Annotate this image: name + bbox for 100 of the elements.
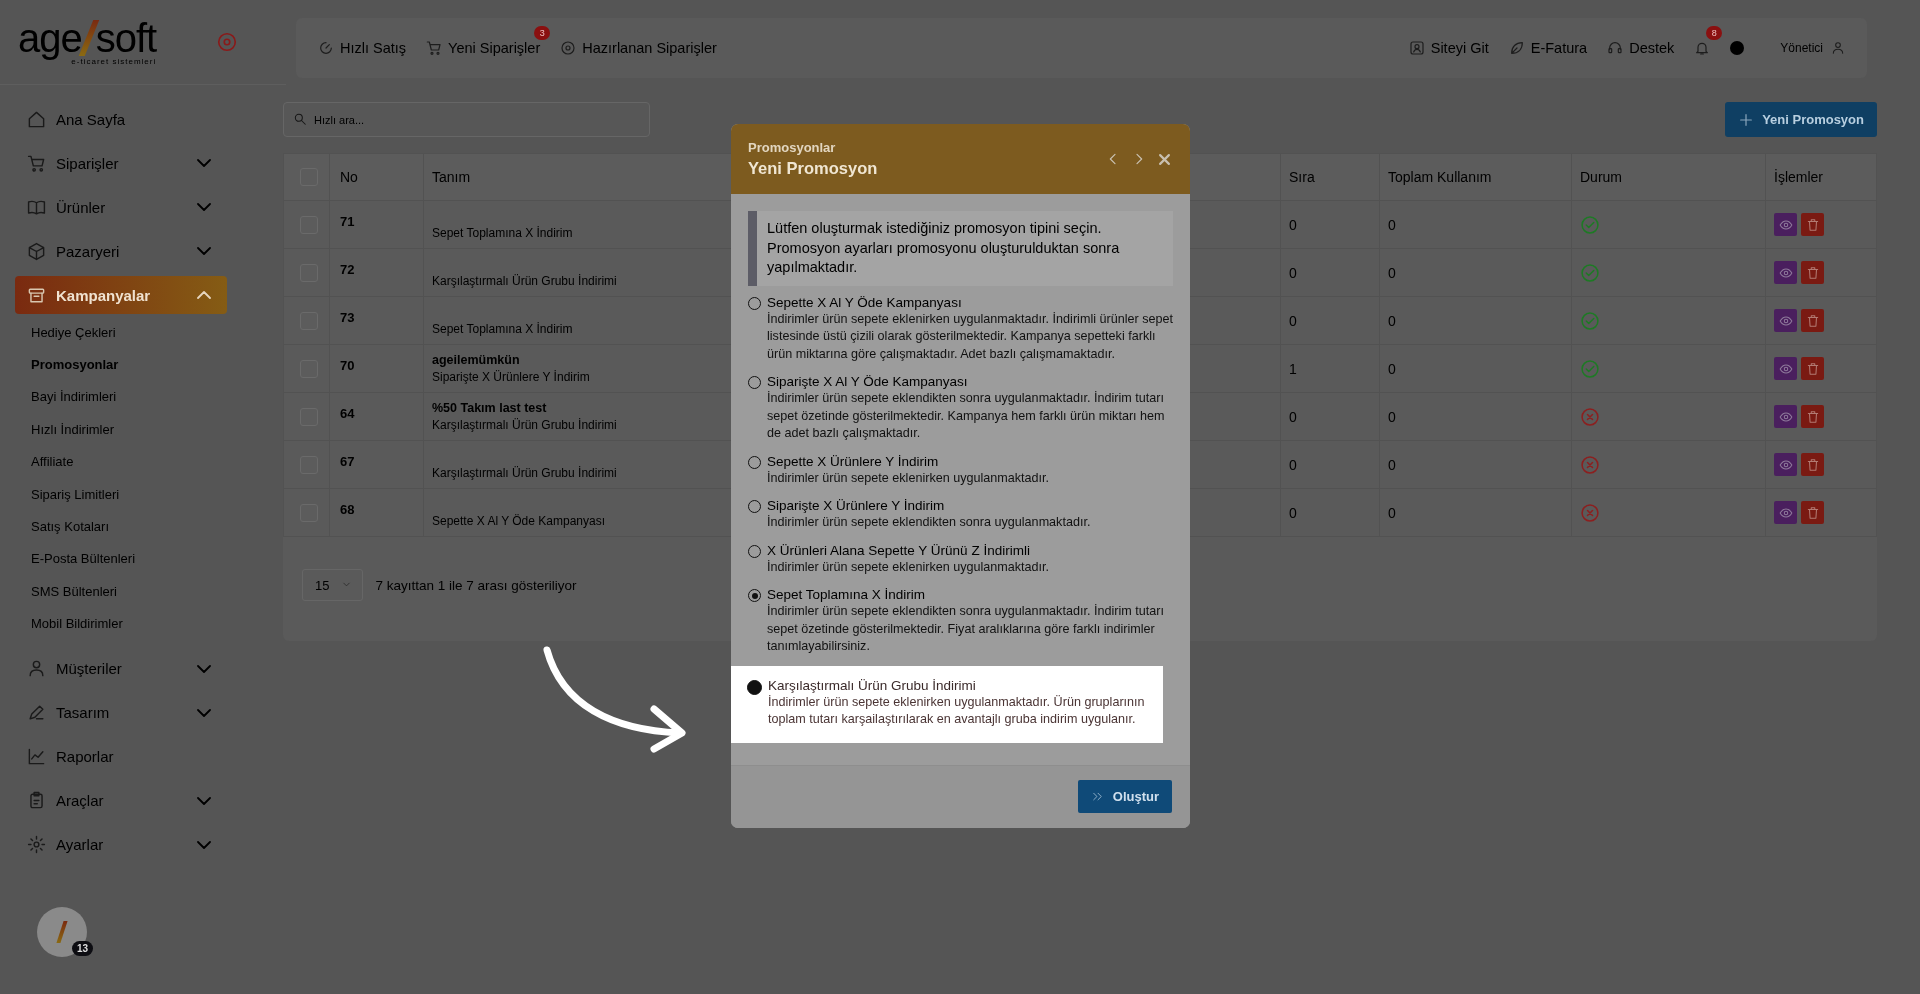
sidebar-item[interactable]: Kampanyalar [15,276,227,314]
table-cell: 0 [1379,248,1572,297]
table-cell: 0 [1280,248,1380,297]
user-icon[interactable] [1831,41,1845,55]
eye-icon [1778,505,1793,520]
option-title: Sepette X Ürünlere Y İndirim [767,452,940,470]
topbar-link[interactable]: Yeni Siparişler [426,40,541,56]
sidebar-item[interactable]: Pazaryeri [15,232,227,270]
submenu-item[interactable]: Hediye Çekleri [31,316,116,349]
radio-button[interactable] [747,679,762,695]
promotion-type-option[interactable]: Karşılaştırmalı Ürün Grubu İndirimi İndirimler ürün sepete eklenirken uygulanmaktadır. Ürün gruplarının toplam tutarı karşailaştırılarak en avantajlı gruba indirim uygulanır. [731,665,1163,743]
option-description: İndirimler ürün sepete eklendikten sonra uygulanmaktadır. İndirim tutarı sepet özetinde gösterilmektedir. Kampanya hem farklı ürün miktarı hem de adet bazlı çalışmaktadır. [767,390,1166,442]
promotion-type: Sepet Toplamına X İndirim [432,224,573,242]
submenu-item[interactable]: Hızlı İndirimler [31,413,115,446]
option-title: X Ürünleri Alana Sepette Y Ürünü Z İndirimli [767,541,1031,559]
option-description: İndirimler ürün sepete eklendikten sonra uygulanmaktadır. [767,514,1091,531]
sidebar-item[interactable]: Siparişler [15,144,227,182]
submenu-item[interactable]: Satış Kotaları [31,510,110,543]
delete-button[interactable] [1801,405,1824,428]
create-button[interactable]: Oluştur [1077,780,1172,813]
table-cell: 0 [1280,392,1380,441]
option-title: Siparişte X Ürünlere Y İndirim [767,497,946,514]
delete-button[interactable] [1801,453,1824,476]
option-title: Siparişte X Al Y Öde Kampanyası [767,373,969,390]
trash-icon [1805,457,1820,472]
table-cell: 68 [329,488,424,537]
option-description: İndirimler ürün sepete eklenirken uygulanmaktadır. [767,469,1050,487]
plus-icon [1738,111,1755,128]
modal-title: Yeni Promosyon [748,159,878,178]
view-button[interactable] [1774,405,1797,428]
record-summary: 7 kayıttan 1 ile 7 arası gösteriliyor [375,577,577,593]
view-button[interactable] [1774,309,1797,332]
trash-icon [1805,505,1820,520]
sidebar-item[interactable]: Müşteriler [15,649,227,688]
sidebar-item[interactable]: Tasarım [15,693,227,732]
promotion-type-option[interactable]: Siparişte X Ürünlere Y İndirim İndirimler ürün sepete eklendikten sonra uygulanmaktadır. [748,489,1173,534]
view-button[interactable] [1774,261,1797,284]
submenu-item[interactable]: Sipariş Limitleri [31,477,120,511]
submenu-item[interactable]: Affiliate [31,445,74,478]
search-field[interactable]: Hızlı ara... [283,102,650,137]
table-cell: 72 [329,248,424,297]
topbar-link[interactable]: Hazırlanan Siparişler [560,40,717,56]
floating-button[interactable] [37,907,87,957]
leaf-icon [1508,40,1525,56]
bell-icon[interactable] [1694,40,1711,56]
info-icon[interactable] [1730,41,1745,55]
delete-button[interactable] [1801,213,1824,236]
submenu-item[interactable]: E-Posta Bültenleri [31,542,136,576]
promotion-type: Sepette X Al Y Öde Kampanyası [432,512,605,530]
submenu-item[interactable]: Mobil Bildirimler [31,607,123,640]
topbar-link[interactable]: Siteyi Git [1408,40,1489,56]
sidebar-item[interactable]: Ana Sayfa [15,100,227,138]
delete-button[interactable] [1801,357,1824,380]
view-button[interactable] [1774,357,1797,380]
page-size-select[interactable]: 15 [302,569,364,601]
sidebar-item[interactable]: Ürünler [15,188,227,226]
trash-icon [1805,217,1820,232]
user-name[interactable]: Yönetici [1780,41,1823,55]
delete-button[interactable] [1801,309,1824,332]
option-title: Sepet Toplamına X İndirim [767,586,927,603]
delete-button[interactable] [1801,261,1824,284]
promotion-type: Karşılaştırmalı Ürün Grubu İndirimi [432,416,617,434]
view-button[interactable] [1774,213,1797,236]
table-cell: 0 [1379,488,1572,537]
promotion-type: Sepet Toplamına X İndirim [432,320,573,338]
eye-icon [1778,217,1793,232]
trash-icon [1805,313,1820,328]
gauge-icon [318,40,334,56]
view-button[interactable] [1774,453,1797,476]
sidebar-item[interactable]: Ayarlar [15,825,227,864]
info-note: Lütfen oluşturmak istediğiniz promosyon tipini seçin. Promosyon ayarları promosyonu oluşturulduktan sonra yapılmaktadır. [748,211,1173,286]
view-button[interactable] [1774,501,1797,524]
close-icon[interactable] [1157,151,1172,167]
promotion-type: Siparişte X Ürünlere Y İndirim [432,368,590,386]
sidebar-item[interactable]: Raporlar [15,737,227,776]
table-cell: 73 [329,296,424,345]
column-header: Toplam Kullanım [1379,153,1572,201]
promotion-type-option[interactable]: Sepet Toplamına X İndirim İndirimler ürün sepete eklendikten sonra uygulanmaktadır. İndirim tutarı sepet özetinde gösterilmektedir. Fiyat aralıklarına göre farklı indirimler tanımlayabilirsiniz. [748,578,1173,658]
sidebar-item[interactable]: Araçlar [15,781,227,820]
promotion-type-option[interactable]: Sepette X Ürünlere Y İndirim İndirimler ürün sepete eklenirken uygulanmaktadır. [748,444,1173,489]
table-cell: 64 [329,392,424,441]
delete-button[interactable] [1801,501,1824,524]
new-promotion-button[interactable]: Yeni Promosyon [1725,102,1877,137]
trash-icon [1805,409,1820,424]
table-cell: 0 [1379,344,1572,393]
double-chevron-icon [1090,790,1104,803]
topbar-link[interactable]: Hızlı Satış [318,40,407,56]
cart-icon [426,40,443,56]
promotion-type-option[interactable]: X Ürünleri Alana Sepette Y Ürünü Z İndirimli İndirimler ürün sepete eklenirken uygulanmaktadır. [748,533,1173,578]
submenu-item[interactable]: SMS Bültenleri [31,575,117,608]
table-cell: 0 [1280,488,1380,537]
cart-icon [27,153,46,173]
column-header: No [329,153,424,201]
house-icon [27,109,46,129]
topbar-link[interactable]: E-Fatura [1508,40,1588,56]
submenu-item[interactable]: Bayi İndirimleri [31,380,117,414]
submenu-item[interactable]: Promosyonlar [31,348,119,381]
topbar-link[interactable]: Destek [1607,40,1675,56]
table-cell: 0 [1379,296,1572,345]
promotion-type: Karşılaştırmalı Ürün Grubu İndirimi [432,464,617,482]
